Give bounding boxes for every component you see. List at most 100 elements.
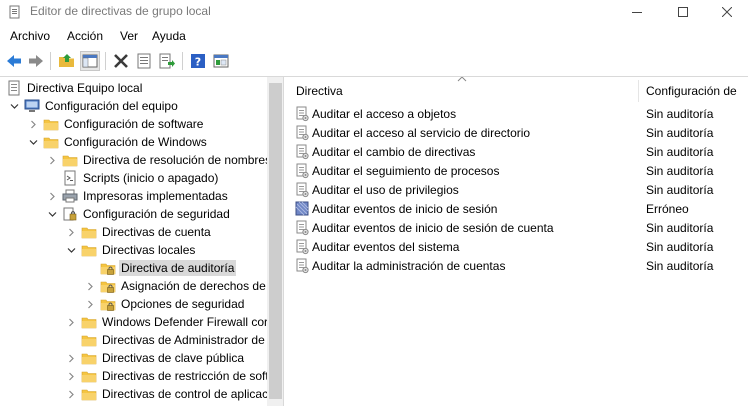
column-header-configuracion-label: Configuración de <box>646 84 737 98</box>
chevron-right-icon <box>30 120 36 128</box>
tree-expander[interactable] <box>65 313 77 331</box>
tree-node[interactable]: Configuración de seguridad <box>46 205 232 223</box>
column-header-configuracion[interactable]: Configuración de <box>646 79 737 103</box>
tree-expander[interactable] <box>65 385 77 403</box>
tree-expander[interactable] <box>84 295 96 313</box>
tree-expander[interactable] <box>8 97 20 115</box>
menu-ver[interactable]: Ver <box>120 29 138 43</box>
list-item[interactable]: Auditar el acceso a objetos Sin auditoría <box>294 104 748 123</box>
tree-node-label: Configuración de seguridad <box>83 207 230 221</box>
policy-setting: Erróneo <box>646 201 689 216</box>
policy-name: Auditar el seguimiento de procesos <box>312 163 500 178</box>
show-tree-icon <box>82 54 98 68</box>
list-item[interactable]: Auditar eventos de inicio de sesión Errón… <box>294 199 748 218</box>
close-button[interactable] <box>706 0 748 24</box>
tree-node[interactable]: Directivas de clave pública <box>65 349 246 367</box>
tree-node[interactable]: Configuración del equipo <box>8 97 180 115</box>
tree-node[interactable]: Directivas de Administrador de <box>65 331 267 349</box>
tree-expander[interactable] <box>46 205 58 223</box>
policy-name: Auditar el acceso al servicio de directo… <box>312 125 531 140</box>
policy-setting: Sin auditoría <box>646 144 714 159</box>
list-item[interactable]: Auditar el cambio de directivas Sin audit… <box>294 142 748 161</box>
tree-expander[interactable] <box>65 223 77 241</box>
maximize-button[interactable] <box>660 0 706 24</box>
folder-icon <box>81 335 97 347</box>
policy-item-icon <box>296 220 309 235</box>
help-icon: ? <box>191 54 205 69</box>
delete-button[interactable] <box>111 51 131 71</box>
tree-node-label: Scripts (inicio o apagado) <box>83 171 219 185</box>
tree-expander[interactable] <box>27 115 39 133</box>
tree-expander[interactable] <box>46 187 58 205</box>
chevron-right-icon <box>49 192 55 200</box>
tree-expander[interactable] <box>27 133 39 151</box>
tree-expander[interactable] <box>65 349 77 367</box>
chevron-down-icon <box>10 103 18 109</box>
up-folder-button[interactable] <box>57 51 77 71</box>
tree-scrollbar-thumb[interactable] <box>269 83 282 399</box>
list-item[interactable]: Auditar eventos de inicio de sesión de c… <box>294 218 748 237</box>
tree-node[interactable]: Configuración de Windows <box>27 133 209 151</box>
list-item[interactable]: Auditar el acceso al servicio de directo… <box>294 123 748 142</box>
policy-item-icon <box>296 239 309 254</box>
locked-folder-icon <box>100 281 116 293</box>
policy-item-modified-icon <box>295 201 309 215</box>
folder-icon <box>62 155 78 167</box>
policy-setting: Sin auditoría <box>646 258 714 273</box>
tree-node[interactable]: Directiva de resolución de nombres <box>46 151 273 169</box>
script-icon <box>64 170 76 186</box>
folder-icon <box>81 245 97 257</box>
tree-expander[interactable] <box>65 367 77 385</box>
menu-ayuda[interactable]: Ayuda <box>152 29 186 43</box>
tree-node-label: Configuración del equipo <box>45 99 178 113</box>
printer-icon <box>62 189 78 203</box>
tree-node[interactable]: Configuración de software <box>27 115 205 133</box>
list-item[interactable]: Auditar la administración de cuentas Sin … <box>294 256 748 275</box>
app-icon <box>9 5 20 19</box>
tree-node-label: Windows Defender Firewall cor <box>102 315 269 329</box>
back-button[interactable] <box>4 51 24 71</box>
tree-node[interactable]: Directiva Equipo local <box>6 79 144 97</box>
policy-name: Auditar el acceso a objetos <box>312 106 457 121</box>
properties-icon <box>137 53 151 69</box>
policy-list[interactable]: Directiva Configuración de Auditar el ac… <box>286 77 748 406</box>
tree-node[interactable]: Directivas de cuenta <box>65 223 213 241</box>
properties-button[interactable] <box>134 51 154 71</box>
policy-setting: Sin auditoría <box>646 239 714 254</box>
help-button[interactable]: ? <box>188 51 208 71</box>
tree-node[interactable]: Directiva de auditoría <box>84 259 237 277</box>
maximize-icon <box>678 7 688 17</box>
column-header-directiva[interactable]: Directiva <box>296 79 343 103</box>
tree-scrollbar[interactable] <box>267 77 283 406</box>
show-tree-button[interactable] <box>80 51 100 71</box>
export-list-button[interactable] <box>157 51 177 71</box>
minimize-button[interactable] <box>614 0 660 24</box>
list-item[interactable]: Auditar el uso de privilegios Sin auditor… <box>294 180 748 199</box>
tree-expander[interactable] <box>65 241 77 259</box>
tree-node-label: Directivas de control de aplicac <box>102 387 269 401</box>
column-header-directiva-label: Directiva <box>296 84 343 98</box>
tree-node[interactable]: Directivas de restricción de soft <box>65 367 271 385</box>
tree-node[interactable]: Directivas de control de aplicac <box>65 385 270 403</box>
list-item[interactable]: Auditar eventos del sistema Sin auditoría <box>294 237 748 256</box>
tree-node[interactable]: Windows Defender Firewall cor <box>65 313 270 331</box>
tree-expander[interactable] <box>84 277 96 295</box>
tree-node-label: Directiva Equipo local <box>27 81 143 95</box>
forward-button[interactable] <box>26 51 46 71</box>
tree-expander[interactable] <box>46 151 58 169</box>
list-item[interactable]: Auditar el seguimiento de procesos Sin au… <box>294 161 748 180</box>
menu-accion[interactable]: Acción <box>67 29 103 43</box>
tree-node[interactable]: Opciones de seguridad <box>84 295 246 313</box>
menu-archivo[interactable]: Archivo <box>10 29 50 43</box>
tree-node-label: Directivas de Administrador de <box>102 333 265 347</box>
tree-expander <box>84 259 96 277</box>
tree-node[interactable]: Directivas locales <box>65 241 197 259</box>
mmc-view-button[interactable] <box>211 51 231 71</box>
tree-node[interactable]: Impresoras implementadas <box>46 187 230 205</box>
column-separator[interactable] <box>638 80 639 102</box>
up-folder-icon <box>59 54 74 67</box>
tree-node[interactable]: Asignación de derechos de <box>84 277 268 295</box>
policy-item-icon <box>296 125 309 140</box>
tree-node[interactable]: Scripts (inicio o apagado) <box>46 169 220 187</box>
console-tree[interactable]: Directiva Equipo local Configuración del … <box>0 77 284 406</box>
